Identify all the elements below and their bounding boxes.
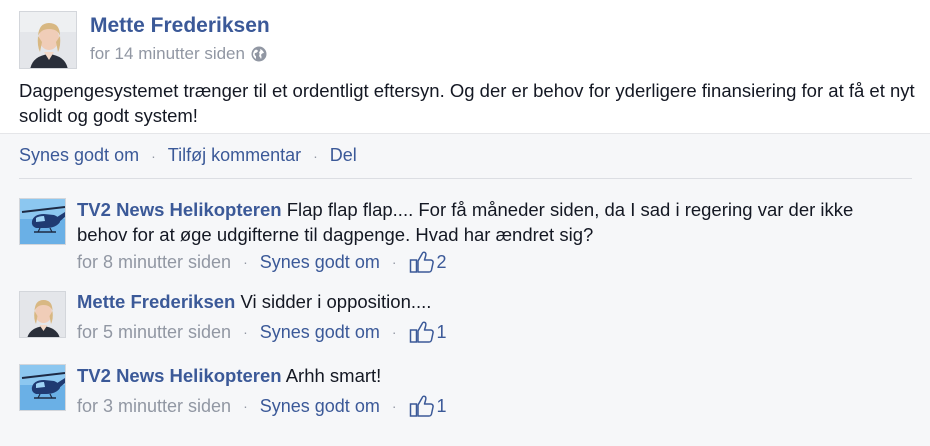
separator: · [313, 147, 318, 164]
separator: · [391, 254, 397, 270]
comment-author[interactable]: TV2 News Helikopteren [77, 365, 282, 386]
separator: · [151, 147, 156, 164]
separator: · [243, 324, 248, 340]
comment-avatar-helicopter[interactable] [19, 364, 66, 411]
globe-icon[interactable] [251, 46, 267, 62]
comment-timestamp[interactable]: for 3 minutter siden [77, 396, 231, 417]
separator: · [243, 254, 248, 270]
post-meta: for 14 minutter siden [90, 44, 267, 64]
post-body-text: Dagpengesystemet trænger til et ordentli… [19, 80, 915, 126]
comment-timestamp[interactable]: for 8 minutter siden [77, 252, 231, 273]
comment-like-count[interactable]: 1 [409, 394, 447, 418]
separator: · [391, 398, 397, 414]
thumbs-up-icon [409, 321, 434, 343]
thumbs-up-icon [409, 395, 434, 417]
share-button[interactable]: Del [330, 145, 357, 166]
author-avatar[interactable] [19, 11, 77, 69]
thumbs-up-icon [409, 251, 434, 273]
like-count-value: 1 [436, 321, 447, 342]
comment-meta: for 3 minutter siden · Synes godt om · 1 [77, 394, 447, 418]
separator: · [243, 398, 248, 414]
like-button[interactable]: Synes godt om [19, 145, 139, 166]
post-actions: Synes godt om · Tilføj kommentar · Del [19, 145, 357, 166]
comment-like-button[interactable]: Synes godt om [260, 252, 380, 273]
divider [19, 178, 912, 179]
post-timestamp[interactable]: for 14 minutter siden [90, 44, 245, 64]
separator: · [391, 324, 397, 340]
comment-avatar-helicopter[interactable] [19, 198, 66, 245]
comment-body: TV2 News Helikopteren Arhh smart! [77, 363, 907, 388]
comment-like-count[interactable]: 2 [409, 250, 447, 274]
like-count-value: 1 [436, 395, 447, 416]
like-count-value: 2 [436, 251, 447, 272]
comment-body: Mette Frederiksen Vi sidder i opposition… [77, 289, 907, 314]
comment-author[interactable]: Mette Frederiksen [77, 291, 235, 312]
comment-text: Arhh smart! [285, 365, 382, 386]
comment-like-button[interactable]: Synes godt om [260, 396, 380, 417]
add-comment-button[interactable]: Tilføj kommentar [168, 145, 301, 166]
comment-meta: for 8 minutter siden · Synes godt om · 2 [77, 250, 447, 274]
comment-avatar-mette[interactable] [19, 291, 66, 338]
comment-timestamp[interactable]: for 5 minutter siden [77, 322, 231, 343]
post-author-name[interactable]: Mette Frederiksen [90, 14, 270, 38]
comment-text: Vi sidder i opposition.... [240, 291, 432, 312]
comment-meta: for 5 minutter siden · Synes godt om · 1 [77, 320, 447, 344]
comment-body: TV2 News Helikopteren Flap flap flap....… [77, 197, 907, 247]
comment-author[interactable]: TV2 News Helikopteren [77, 199, 282, 220]
comment-like-button[interactable]: Synes godt om [260, 322, 380, 343]
comment-like-count[interactable]: 1 [409, 320, 447, 344]
